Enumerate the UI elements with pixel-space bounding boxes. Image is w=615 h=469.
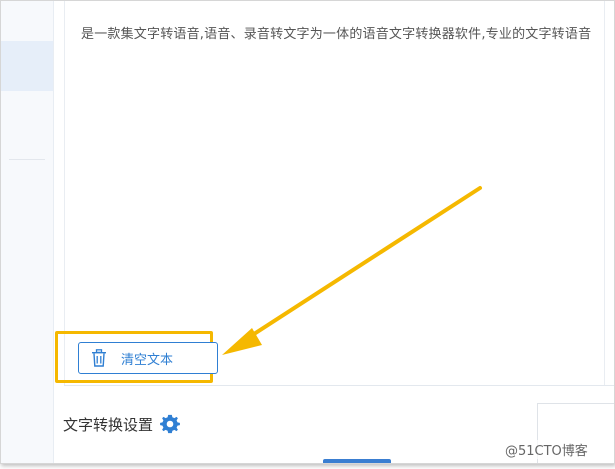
settings-section-header: 文字转换设置 — [63, 413, 181, 435]
clear-text-button[interactable]: 清空文本 — [78, 342, 218, 374]
gear-icon[interactable] — [159, 413, 181, 435]
text-area-content[interactable]: 是一款集文字转语音,语音、录音转文字为一体的语音文字转换器软件,专业的文字转语音 — [81, 23, 591, 42]
app-window: 是一款集文字转语音,语音、录音转文字为一体的语音文字转换器软件,专业的文字转语音… — [0, 0, 615, 464]
watermark: @51CTO博客 — [505, 440, 588, 459]
sidebar — [1, 1, 54, 463]
settings-title: 文字转换设置 — [63, 415, 154, 434]
sidebar-divider — [9, 159, 45, 160]
text-area-left-border — [64, 1, 65, 385]
trash-icon — [92, 349, 106, 367]
bottom-button-edge[interactable] — [323, 459, 391, 463]
clear-text-label: 清空文本 — [121, 352, 174, 368]
text-area-bottom-border — [64, 385, 614, 386]
sidebar-item-selected[interactable] — [1, 41, 53, 91]
text-area-right-border — [604, 1, 605, 385]
